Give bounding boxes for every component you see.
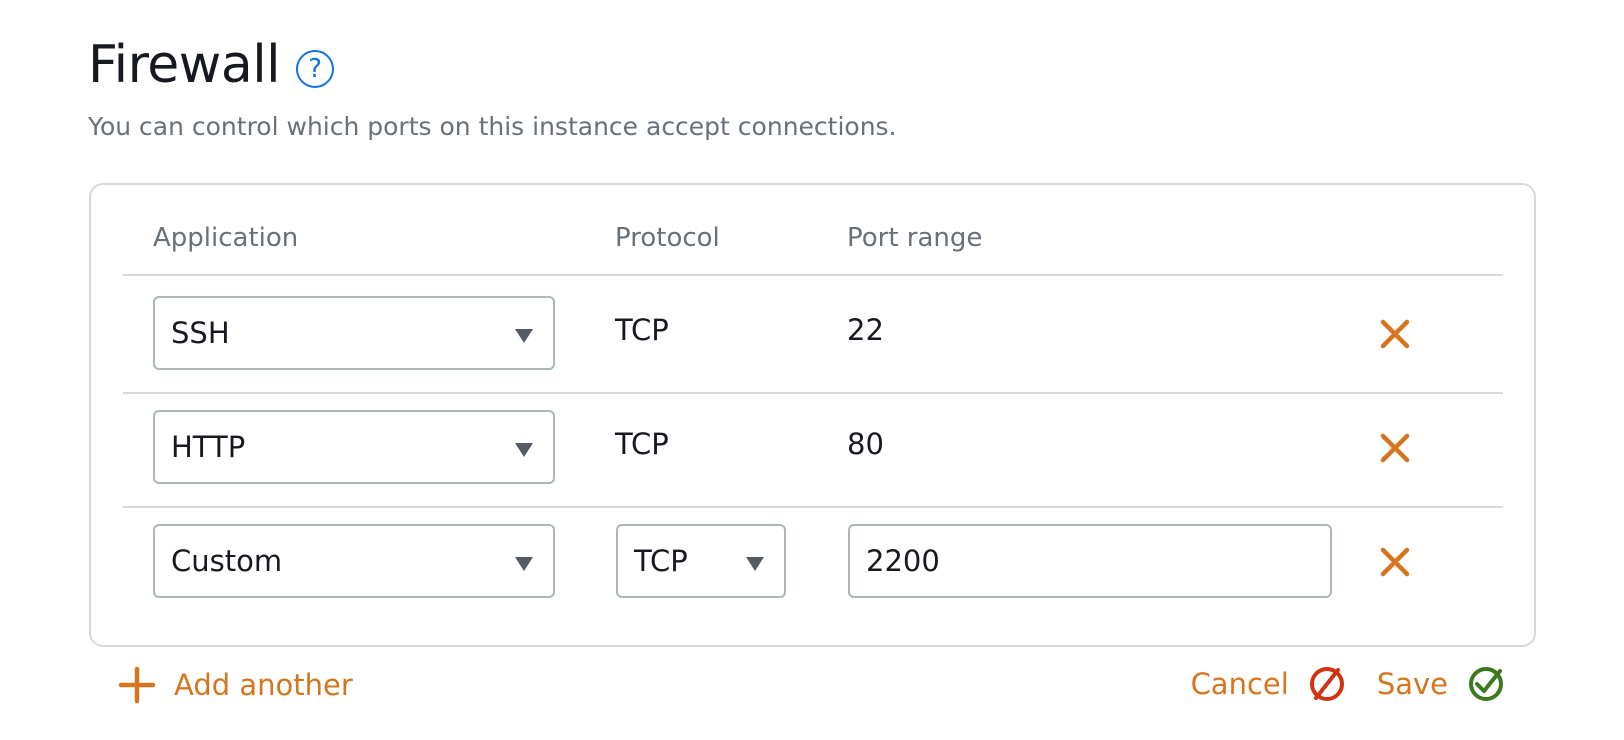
- application-select[interactable]: HTTP: [153, 410, 555, 484]
- protocol-value: TCP: [615, 427, 669, 461]
- page-title: Firewall: [88, 35, 281, 95]
- prohibited-icon: [1309, 667, 1344, 701]
- protocol-select-value: TCP: [634, 544, 688, 578]
- port-range-value: 80: [847, 427, 884, 461]
- add-another-label: Add another: [174, 668, 353, 702]
- caret-down-icon: [515, 329, 533, 343]
- caret-down-icon: [746, 557, 764, 571]
- save-label: Save: [1376, 667, 1448, 701]
- column-header-protocol: Protocol: [615, 223, 720, 253]
- check-circle-icon: [1469, 667, 1503, 701]
- application-select-value: HTTP: [171, 430, 246, 464]
- protocol-select[interactable]: TCP: [616, 524, 786, 598]
- table-header: Application Protocol Port range: [123, 185, 1503, 276]
- column-header-application: Application: [153, 223, 299, 253]
- form-actions: Cancel Save: [1191, 661, 1506, 707]
- application-select-value: Custom: [171, 544, 283, 578]
- caret-down-icon: [515, 557, 533, 571]
- port-range-input[interactable]: [848, 524, 1332, 598]
- remove-rule-icon[interactable]: [1373, 312, 1417, 356]
- port-range-value: 22: [847, 313, 884, 347]
- add-another-button[interactable]: Add another: [118, 663, 353, 707]
- save-button[interactable]: Save: [1377, 664, 1506, 704]
- cancel-label: Cancel: [1190, 667, 1289, 701]
- remove-rule-icon[interactable]: [1373, 540, 1417, 584]
- protocol-value: TCP: [615, 313, 669, 347]
- cancel-button[interactable]: Cancel: [1191, 664, 1347, 704]
- application-select[interactable]: Custom: [153, 524, 555, 598]
- rule-row-http: HTTP TCP 80: [123, 390, 1503, 508]
- application-select[interactable]: SSH: [153, 296, 555, 370]
- application-select-value: SSH: [171, 316, 230, 350]
- plus-icon: [118, 666, 156, 704]
- firewall-panel: Firewall ? You can control which ports o…: [0, 0, 1624, 740]
- rule-row-custom: Custom TCP: [123, 504, 1503, 622]
- caret-down-icon: [515, 443, 533, 457]
- help-icon[interactable]: ?: [296, 50, 335, 88]
- page-description: You can control which ports on this inst…: [88, 112, 897, 141]
- column-header-port-range: Port range: [847, 223, 983, 253]
- remove-rule-icon[interactable]: [1373, 426, 1417, 470]
- title-row: Firewall ?: [88, 30, 335, 100]
- firewall-rules-table: Application Protocol Port range SSH TCP …: [89, 183, 1536, 647]
- rule-row-ssh: SSH TCP 22: [123, 276, 1503, 394]
